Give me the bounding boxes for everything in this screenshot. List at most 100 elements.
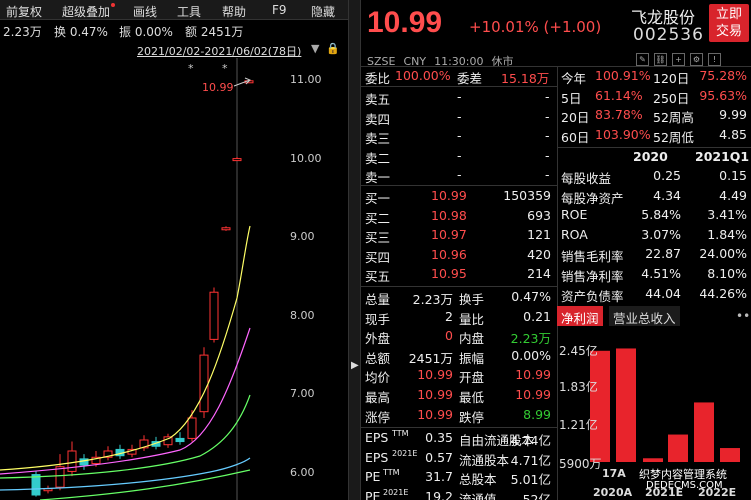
valuation-value: 0.57 bbox=[425, 449, 453, 465]
dropdown-triangle-icon[interactable]: ▼ bbox=[311, 42, 319, 55]
trade-now-button[interactable]: 立即 交易 bbox=[709, 4, 749, 42]
fin-value-2020: 0.25 bbox=[653, 168, 681, 183]
bid-price: 10.96 bbox=[431, 246, 467, 262]
candlestick-chart[interactable]: * * 10.99 bbox=[0, 58, 284, 500]
summary-value: 10.99 bbox=[515, 387, 551, 402]
summary-value: 2451万 bbox=[408, 350, 453, 366]
perf-value: 4.85 bbox=[719, 126, 747, 142]
date-range-label[interactable]: 2021/02/02-2021/06/02(78日) bbox=[137, 43, 301, 59]
fin-value-2021q1: 44.26% bbox=[699, 285, 747, 301]
bid-price: 10.95 bbox=[431, 266, 467, 282]
settings-icon[interactable]: ⚙ bbox=[690, 53, 703, 66]
menu-f9[interactable]: F9 bbox=[272, 3, 287, 17]
summary-label: 最低 bbox=[459, 390, 485, 405]
bid-row[interactable]: 买五 10.95 214 bbox=[361, 265, 557, 284]
price-axis: 11.00 10.00 9.00 8.00 7.00 6.00 bbox=[284, 58, 348, 500]
bid-row[interactable]: 买一 10.99 150359 bbox=[361, 187, 557, 206]
divider-line bbox=[361, 427, 557, 428]
tab-total-revenue[interactable]: 营业总收入 bbox=[609, 306, 680, 326]
lock-icon[interactable]: 🔒 bbox=[326, 42, 340, 55]
ask-row[interactable]: 卖二 - - bbox=[361, 147, 557, 166]
summary-label: 外盘 bbox=[365, 331, 391, 347]
panel-divider[interactable]: ▶ bbox=[348, 0, 361, 500]
ma-line bbox=[0, 394, 251, 479]
kline-panel[interactable]: 前复权 超级叠加 画线 工具 帮助 F9 隐藏 2.23万 换 0.47% 振 … bbox=[0, 0, 348, 500]
pointer-arrow-icon bbox=[233, 77, 251, 87]
perf-label: 120日 bbox=[653, 71, 690, 86]
bid-volume: 121 bbox=[527, 227, 551, 243]
fin-header-2020: 2020 bbox=[633, 149, 668, 164]
weicha-label: 委差 bbox=[457, 71, 483, 86]
trade-button-line1: 立即 bbox=[715, 7, 742, 22]
valuation-value: 4.74亿 bbox=[510, 433, 551, 448]
menu-adjust-forward[interactable]: 前复权 bbox=[6, 3, 42, 20]
ask-row[interactable]: 卖五 - - bbox=[361, 88, 557, 107]
bid-row[interactable]: 买三 10.97 121 bbox=[361, 226, 557, 245]
watermark-subtext: DEDECMS.COM bbox=[646, 480, 723, 491]
perf-value: 83.78% bbox=[595, 107, 643, 123]
valuation-label: EPS bbox=[365, 449, 389, 465]
fin-value-2021q1: 3.41% bbox=[707, 207, 747, 223]
ask-row[interactable]: 卖三 - - bbox=[361, 127, 557, 146]
valuation-row: EPS TTM 0.35 自由流通股本 4.74亿 bbox=[361, 429, 557, 448]
ask-price: - bbox=[457, 108, 462, 124]
menu-help[interactable]: 帮助 bbox=[222, 3, 246, 20]
bid-row[interactable]: 买二 10.98 693 bbox=[361, 207, 557, 226]
menu-tools[interactable]: 工具 bbox=[177, 3, 201, 20]
bar-22E bbox=[720, 448, 740, 462]
ask-volume: - bbox=[545, 147, 550, 163]
bid-volume: 214 bbox=[527, 266, 551, 282]
summary-label: 现手 bbox=[365, 311, 391, 327]
ask-row[interactable]: 卖四 - - bbox=[361, 108, 557, 127]
perf-value: 9.99 bbox=[719, 107, 747, 123]
valuation-superscript: 2021E bbox=[383, 487, 409, 497]
menu-draw-line[interactable]: 画线 bbox=[133, 3, 157, 20]
candle-body bbox=[55, 466, 65, 488]
summary-row: 总量 2.23万 换手 0.47% bbox=[361, 288, 557, 307]
menu-super-overlay[interactable]: 超级叠加 bbox=[62, 3, 116, 20]
edit-icon[interactable]: ✎ bbox=[636, 53, 649, 66]
fin-value-2020: 4.51% bbox=[641, 266, 681, 281]
link-icon[interactable]: ⛓ bbox=[654, 53, 667, 66]
tab-net-profit[interactable]: 净利润 bbox=[557, 306, 603, 326]
price-tick: 9.00 bbox=[290, 230, 315, 243]
summary-row: 均价 10.99 开盘 10.99 bbox=[361, 366, 557, 385]
trade-button-line2: 交易 bbox=[715, 24, 742, 39]
candle-body bbox=[187, 417, 197, 439]
valuation-value: 52亿 bbox=[522, 491, 551, 500]
fin-value-2021q1: 1.84% bbox=[707, 226, 747, 242]
ask-price: - bbox=[457, 128, 462, 144]
financials-row: 资产负债率 44.04 44.26% bbox=[557, 285, 751, 304]
performance-row: 今年 100.91% 120日 75.28% bbox=[557, 67, 751, 86]
stat-amplitude: 振 0.00% bbox=[119, 25, 173, 39]
valuation-value: 5.01亿 bbox=[510, 472, 551, 488]
perf-label: 52周高 bbox=[653, 110, 694, 126]
alert-icon[interactable]: ! bbox=[708, 53, 721, 66]
valuation-row: PE 2021E 19.2 流通值 52亿 bbox=[361, 488, 557, 500]
financials-row: 销售毛利率 22.87 24.00% bbox=[557, 245, 751, 264]
candle-body bbox=[199, 354, 209, 413]
summary-label: 换手 bbox=[459, 292, 485, 307]
ask-row[interactable]: 卖一 - - bbox=[361, 166, 557, 185]
menu-hide[interactable]: 隐藏 bbox=[311, 3, 335, 20]
add-icon[interactable]: + bbox=[672, 53, 685, 66]
fin-label: 每股收益 bbox=[561, 171, 612, 186]
collapse-arrow-icon[interactable]: ▶ bbox=[351, 360, 359, 371]
summary-value: 0.21 bbox=[523, 308, 551, 324]
fin-label: ROE bbox=[561, 207, 588, 223]
bar-x-label: 2020A bbox=[593, 486, 633, 499]
bid-price: 10.97 bbox=[431, 227, 467, 243]
more-icon[interactable]: ••• bbox=[736, 309, 751, 323]
bid-row[interactable]: 买四 10.96 420 bbox=[361, 246, 557, 265]
bid-label: 买二 bbox=[365, 210, 391, 226]
bid-volume: 150359 bbox=[503, 188, 551, 203]
price-tick: 6.00 bbox=[290, 466, 315, 479]
summary-value: 0.00% bbox=[511, 347, 551, 363]
bar-y-tick: 1.83亿 bbox=[559, 380, 598, 394]
summary-value: 0.47% bbox=[511, 289, 551, 304]
bid-price: 10.99 bbox=[431, 188, 467, 203]
ask-price: - bbox=[457, 89, 462, 104]
valuation-row: EPS 2021E 0.57 流通股本 4.71亿 bbox=[361, 449, 557, 468]
summary-value: 10.99 bbox=[515, 367, 551, 383]
fin-value-2021q1: 24.00% bbox=[699, 246, 747, 262]
